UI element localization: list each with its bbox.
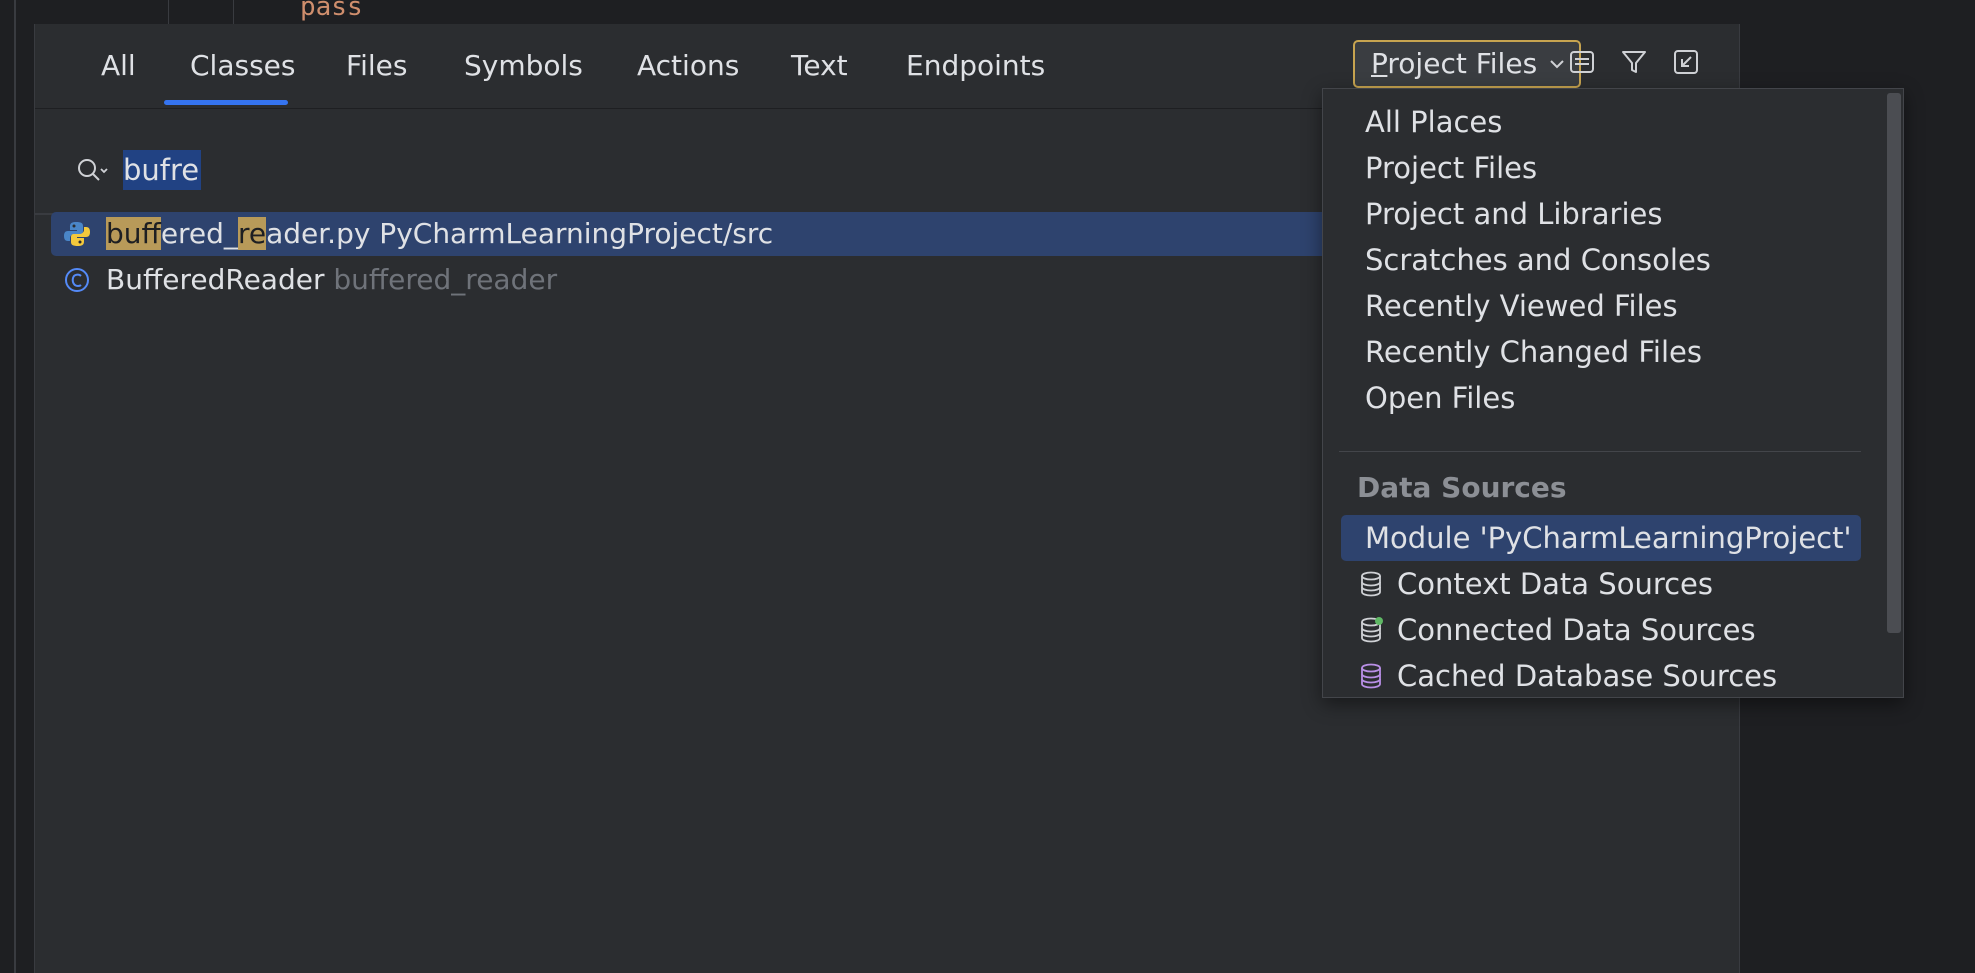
option-label: Cached Database Sources xyxy=(1397,659,1778,693)
editor-code-line: pass xyxy=(300,0,363,22)
class-icon xyxy=(65,268,89,292)
scope-option-open-files[interactable]: Open Files xyxy=(1341,375,1861,421)
scope-option-all-places[interactable]: All Places xyxy=(1341,99,1861,145)
result-class-text: BufferedReader buffered_reader xyxy=(106,258,557,302)
option-label: Connected Data Sources xyxy=(1397,613,1756,647)
scope-dropdown: All Places Project Files Project and Lib… xyxy=(1322,88,1904,698)
scope-mnemonic: P xyxy=(1371,47,1388,80)
result-row[interactable]: buffered_reader.py PyCharmLearningProjec… xyxy=(51,212,1351,256)
scope-label: roject Files xyxy=(1387,47,1538,80)
tab-symbols[interactable]: Symbols xyxy=(464,46,583,86)
result-row[interactable]: BufferedReader buffered_reader xyxy=(51,258,1351,302)
tab-endpoints[interactable]: Endpoints xyxy=(906,46,1045,86)
editor-divider xyxy=(168,0,169,24)
dropdown-scrollbar[interactable] xyxy=(1887,93,1901,633)
editor-gutter-line xyxy=(14,0,16,973)
scope-selector-button[interactable]: Project Files xyxy=(1353,40,1581,88)
search-icon[interactable] xyxy=(75,157,111,187)
option-label: Context Data Sources xyxy=(1397,567,1713,601)
scope-option-recently-changed-files[interactable]: Recently Changed Files xyxy=(1341,329,1861,375)
result-class-name: BufferedReader xyxy=(106,263,325,296)
active-tab-indicator xyxy=(164,100,288,105)
tab-classes[interactable]: Classes xyxy=(190,46,295,86)
tab-text[interactable]: Text xyxy=(791,46,848,86)
preview-icon[interactable] xyxy=(1566,46,1598,78)
editor-divider xyxy=(233,0,234,24)
scope-option-scratches-and-consoles[interactable]: Scratches and Consoles xyxy=(1341,237,1861,283)
match-highlight: buf xyxy=(106,217,161,250)
editor-background xyxy=(0,0,1975,24)
python-file-icon xyxy=(64,222,90,246)
result-text-segment: ader.py PyCharmLearningProject/src xyxy=(266,217,774,250)
scope-option-project-files[interactable]: Project Files xyxy=(1341,145,1861,191)
dropdown-group-label: Data Sources xyxy=(1357,471,1567,504)
result-file-name: buffered_reader.py PyCharmLearningProjec… xyxy=(106,212,773,256)
open-in-window-icon[interactable] xyxy=(1670,46,1702,78)
match-highlight: re xyxy=(237,217,267,250)
scope-option-context-data-sources[interactable]: Context Data Sources xyxy=(1341,561,1861,607)
database-icon xyxy=(1361,571,1381,597)
tab-files[interactable]: Files xyxy=(346,46,407,86)
result-class-location: buffered_reader xyxy=(333,263,558,296)
dropdown-separator xyxy=(1339,451,1861,452)
scope-option-recently-viewed-files[interactable]: Recently Viewed Files xyxy=(1341,283,1861,329)
database-connected-icon xyxy=(1361,617,1383,643)
tab-all[interactable]: All xyxy=(101,46,136,86)
scope-option-cached-database-sources[interactable]: Cached Database Sources xyxy=(1341,653,1861,697)
scope-option-module[interactable]: Module 'PyCharmLearningProject' xyxy=(1341,515,1861,561)
scope-option-project-and-libraries[interactable]: Project and Libraries xyxy=(1341,191,1861,237)
database-cached-icon xyxy=(1361,663,1381,689)
search-input[interactable] xyxy=(123,147,723,193)
filter-icon[interactable] xyxy=(1618,46,1650,78)
tab-actions[interactable]: Actions xyxy=(637,46,739,86)
result-text-segment: fered_ xyxy=(160,217,238,250)
scope-option-connected-data-sources[interactable]: Connected Data Sources xyxy=(1341,607,1861,653)
